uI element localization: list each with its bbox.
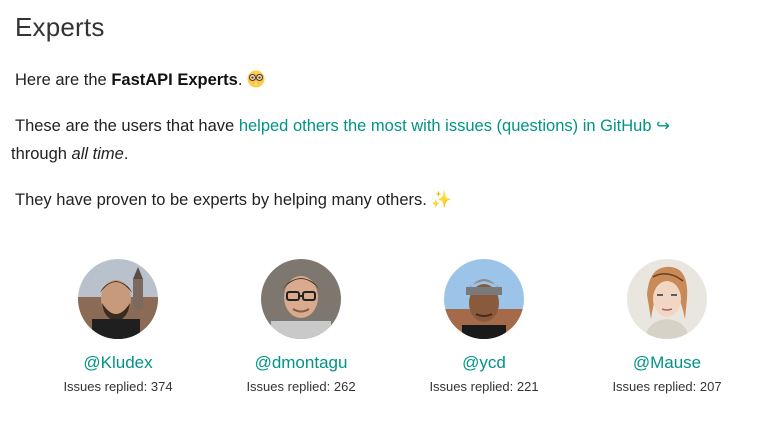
experts-grid: @Kludex Issues replied: 374 @dmontagu Is… [28, 259, 758, 409]
expert-card: @Kludex Issues replied: 374 [38, 259, 198, 395]
expert-handle[interactable]: @dmontagu [221, 352, 381, 374]
expert-count: Issues replied: 262 [246, 379, 356, 394]
expert-card: @ycd Issues replied: 221 [404, 259, 564, 395]
page-title: Experts [15, 12, 105, 42]
users-suffix: . [123, 145, 129, 163]
avatar [627, 259, 707, 339]
expert-card: @dmontagu Issues replied: 262 [221, 259, 381, 395]
nerd-face-icon [247, 70, 265, 88]
github-issues-link[interactable]: helped others the most with issues (ques… [239, 117, 670, 135]
expert-handle[interactable]: @Mause [587, 352, 747, 374]
expert-handle[interactable]: @ycd [404, 352, 564, 374]
expert-count: Issues replied: 207 [612, 379, 722, 394]
intro-bold: FastAPI Experts [111, 71, 238, 89]
avatar [78, 259, 158, 339]
sparkles-icon: ✨ [431, 190, 452, 209]
users-middle: through [11, 145, 72, 163]
expert-avatar-link[interactable] [587, 259, 747, 339]
expert-avatar-link[interactable] [404, 259, 564, 339]
proven-text: They have proven to be experts by helpin… [15, 191, 432, 209]
intro-paragraph: Here are the FastAPI Experts. [15, 66, 265, 94]
proven-paragraph: They have proven to be experts by helpin… [15, 186, 452, 214]
expert-card: @Mause Issues replied: 207 [587, 259, 747, 395]
expert-count: Issues replied: 374 [63, 379, 173, 394]
expert-handle[interactable]: @Kludex [38, 352, 198, 374]
avatar [444, 259, 524, 339]
intro-prefix: Here are the [15, 71, 112, 89]
intro-suffix: . [237, 71, 248, 89]
users-italic: all time [71, 145, 124, 163]
expert-avatar-link[interactable] [221, 259, 381, 339]
avatar [261, 259, 341, 339]
users-prefix: These are the users that have [15, 117, 239, 135]
expert-count: Issues replied: 221 [429, 379, 539, 394]
users-paragraph: These are the users that have helped oth… [11, 112, 735, 168]
expert-avatar-link[interactable] [38, 259, 198, 339]
